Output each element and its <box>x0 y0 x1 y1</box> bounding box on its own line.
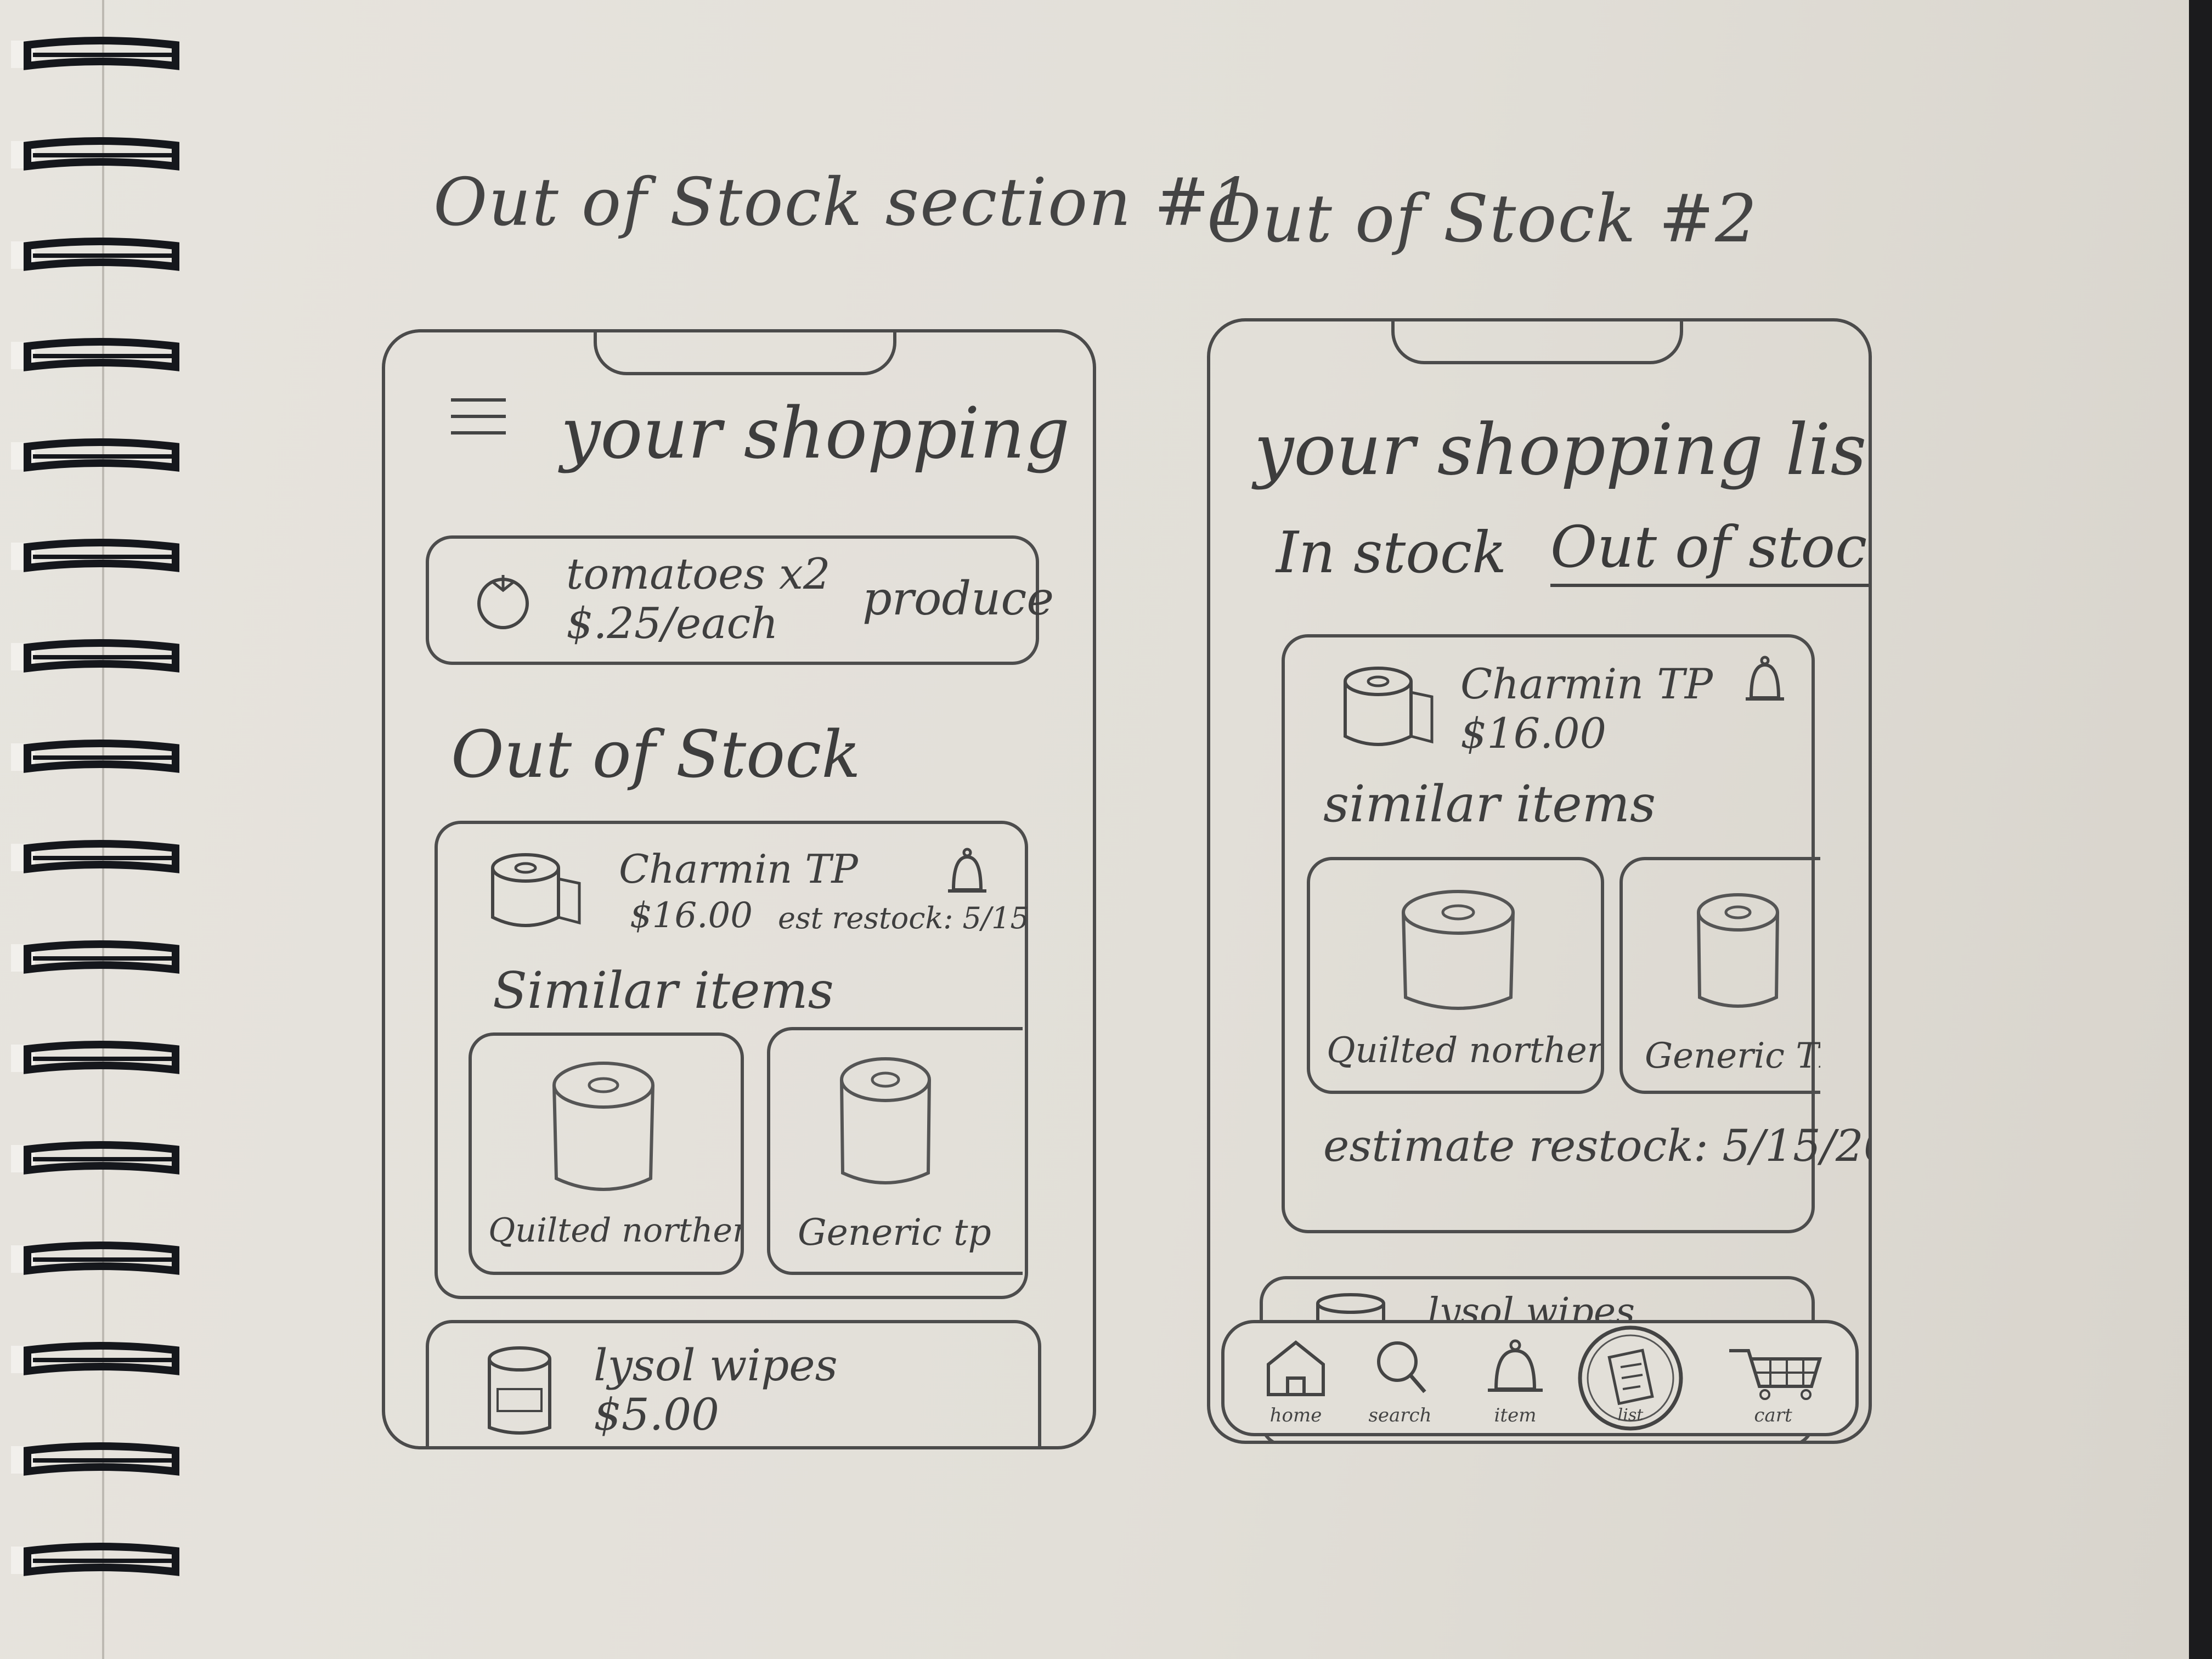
item-name: lysol wipes <box>594 1340 838 1391</box>
list-item-lysol[interactable]: lysol wipes $5.00 <box>426 1320 1041 1446</box>
nav-list-active[interactable]: list <box>1576 1323 1685 1433</box>
binding-ring <box>11 33 187 76</box>
item-name: tomatoes x2 <box>566 550 831 599</box>
binding-ring <box>11 635 187 678</box>
bell-icon <box>1488 1339 1543 1392</box>
page-title: your shopping list <box>1254 409 1872 491</box>
similar-item-label: Generic tp <box>798 1211 991 1254</box>
binding-ring <box>11 234 187 276</box>
toilet-paper-image <box>552 1062 654 1191</box>
nav-label: list <box>1617 1406 1644 1425</box>
restock-date: estimate restock: 5/15/20 <box>1323 1120 1872 1171</box>
restock-date: est restock: 5/15 <box>778 901 1029 935</box>
nav-label: search <box>1368 1404 1432 1426</box>
item-price: $.25/each <box>566 599 778 648</box>
sketch2-heading: Out of Stock #2 <box>1207 181 1758 257</box>
list-item-tomatoes[interactable]: tomatoes x2 $.25/each produce <box>426 535 1054 665</box>
similar-item-card[interactable]: Quilted northern <box>1307 857 1604 1094</box>
out-of-stock-section-label: Out of Stock <box>451 716 861 792</box>
nav-label: item <box>1494 1404 1537 1426</box>
binding-ring <box>11 1539 187 1582</box>
item-name: Charmin TP <box>619 846 858 892</box>
item-name: Charmin TP <box>1460 659 1713 708</box>
toilet-paper-icon <box>1344 667 1434 746</box>
binding-ring <box>11 1238 187 1280</box>
tab-out-of-stock[interactable]: Out of stock <box>1550 514 1869 587</box>
nav-label: home <box>1269 1404 1322 1426</box>
home-icon <box>1267 1340 1325 1396</box>
phone-notch <box>1391 321 1683 364</box>
similar-item-card[interactable]: Quilted northern <box>469 1032 744 1275</box>
search-icon <box>1377 1341 1426 1393</box>
toilet-paper-image <box>840 1057 931 1184</box>
binding-ring <box>11 535 187 578</box>
item-price: $16.00 <box>630 895 753 936</box>
out-of-stock-item-card[interactable]: Charmin TP $16.00 est restock: 5/15 Simi… <box>435 821 1029 1299</box>
binding-ring <box>11 1438 187 1481</box>
toilet-paper-icon <box>491 853 581 927</box>
binding-ring <box>11 133 187 176</box>
cart-icon <box>1729 1349 1822 1400</box>
similar-item-label: Quilted northern <box>1327 1030 1604 1071</box>
tab-in-stock[interactable]: In stock <box>1276 519 1506 586</box>
wipes-canister-icon <box>488 1346 551 1435</box>
bottom-nav: home search item list cart <box>1221 1320 1859 1436</box>
nav-item[interactable]: item <box>1471 1334 1559 1427</box>
bell-icon[interactable] <box>943 846 992 901</box>
tomato-icon <box>477 575 529 629</box>
toilet-paper-image <box>1697 893 1779 1008</box>
similar-items-label: similar items <box>1323 775 1656 833</box>
item-category: produce <box>862 572 1054 625</box>
page-title: your shopping list <box>561 393 1093 475</box>
sketch1-heading: Out of Stock section #1 <box>433 165 1254 241</box>
similar-item-label: Quilted northern <box>488 1211 744 1250</box>
toilet-paper-image <box>1402 890 1515 1010</box>
binding-ring <box>11 936 187 979</box>
binding-ring <box>11 435 187 477</box>
hamburger-menu-icon[interactable] <box>451 398 506 448</box>
nav-home[interactable]: home <box>1252 1334 1340 1427</box>
similar-item-card[interactable]: Generic tp <box>767 1027 1023 1275</box>
bell-icon[interactable] <box>1740 654 1790 709</box>
item-price: $16.00 <box>1460 709 1606 758</box>
nav-search[interactable]: search <box>1356 1334 1444 1427</box>
binding-ring <box>11 334 187 377</box>
binding-ring <box>11 736 187 778</box>
phone-frame-2: your shopping list In stock Out of stock… <box>1207 318 1872 1444</box>
nav-label: cart <box>1754 1404 1792 1426</box>
similar-items-label: Similar items <box>493 961 834 1020</box>
out-of-stock-item-card[interactable]: Charmin TP $16.00 similar items Quilted … <box>1282 634 1869 1233</box>
phone-notch <box>594 332 896 375</box>
similar-item-label: Generic TP <box>1645 1036 1820 1076</box>
binding-ring <box>11 836 187 879</box>
similar-item-card[interactable]: Generic TP <box>1620 857 1820 1094</box>
phone-frame-1: your shopping list tomatoes x2 $.25/each… <box>382 329 1096 1449</box>
item-price: $5.00 <box>594 1389 720 1440</box>
binding-ring <box>11 1037 187 1080</box>
nav-cart[interactable]: cart <box>1718 1334 1828 1427</box>
binding-ring <box>11 1338 187 1381</box>
binding-ring <box>11 1137 187 1180</box>
spiral-binding <box>0 33 198 1657</box>
